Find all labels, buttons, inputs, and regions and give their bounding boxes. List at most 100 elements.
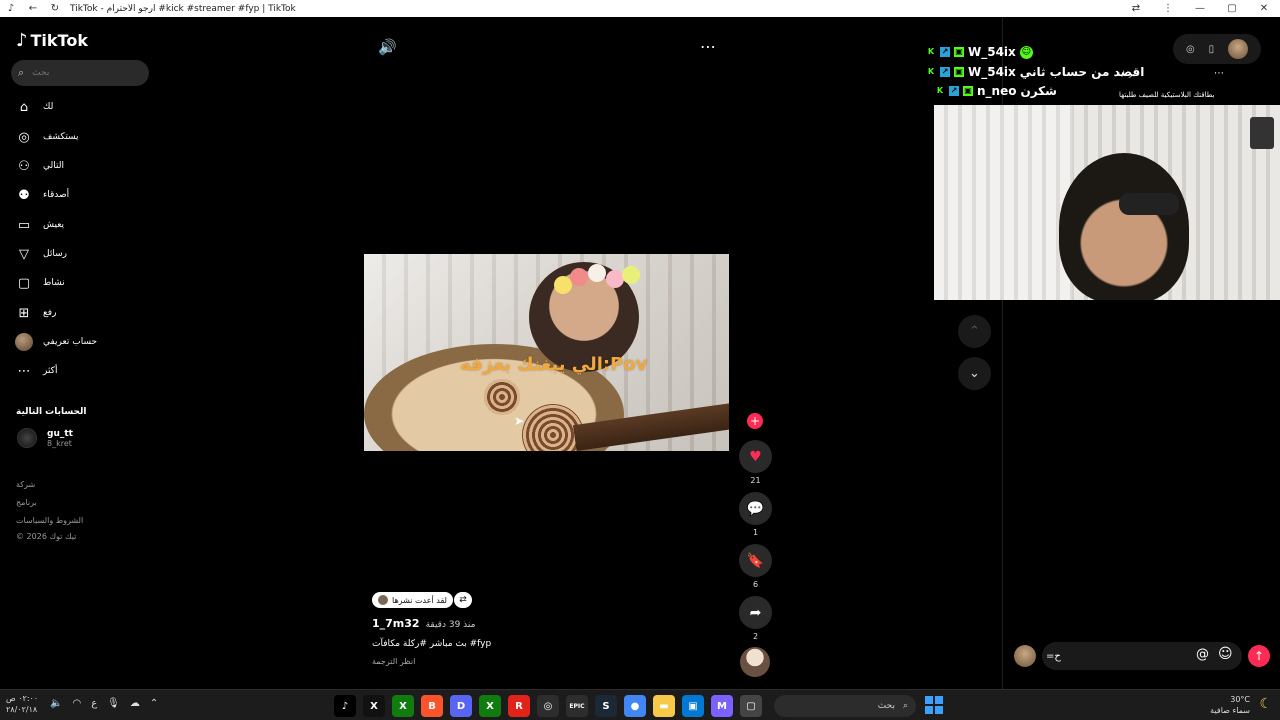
- chevron-up-icon[interactable]: ⌃: [150, 698, 158, 709]
- comment-button[interactable]: 💬: [739, 492, 772, 525]
- nav-label: نشاط: [43, 278, 65, 288]
- follow-button[interactable]: +: [747, 413, 763, 429]
- taskbar-app-10[interactable]: ●: [624, 695, 646, 717]
- taskbar-app-8[interactable]: EPIC: [566, 695, 588, 717]
- taskbar-app-0[interactable]: ♪: [334, 695, 356, 717]
- speaker-icon[interactable]: 🔈: [50, 698, 62, 709]
- previous-video-button[interactable]: ⌃: [958, 315, 991, 348]
- live-icon: ▭: [17, 217, 31, 233]
- author-username[interactable]: 1_7m32: [372, 617, 420, 630]
- taskbar-app-5[interactable]: X: [479, 695, 501, 717]
- mention-icon[interactable]: @: [1196, 647, 1209, 662]
- tiktok-logo[interactable]: ♪ TikTok: [16, 30, 88, 51]
- taskbar-app-11[interactable]: ▬: [653, 695, 675, 717]
- comment-input[interactable]: [1046, 648, 1186, 664]
- taskbar-app-14[interactable]: ▢: [740, 695, 762, 717]
- stream-webcam-view: [934, 105, 1280, 300]
- save-count: 6: [752, 580, 759, 589]
- search-box[interactable]: ⌕: [11, 60, 149, 86]
- onedrive-icon[interactable]: ☁: [130, 698, 140, 709]
- chevron-down-icon: ⌄: [969, 366, 980, 381]
- nav-item-activity[interactable]: ▢ نشاط: [15, 273, 65, 293]
- video-player[interactable]: الي يبغنك بعزفه:Pov ➤: [364, 254, 729, 451]
- menu-icon[interactable]: ⋮: [1152, 3, 1184, 14]
- volume-icon[interactable]: 🔊: [378, 38, 397, 56]
- nav-label: يستكشف: [43, 132, 79, 142]
- save-button[interactable]: 🔖: [739, 544, 772, 577]
- following-accounts-title: الحسابات التالية: [16, 407, 87, 417]
- clock[interactable]: ٠٢:٠٠ ص ٢٨/٠٢/١٨: [6, 693, 38, 715]
- reload-icon[interactable]: ↻: [44, 3, 66, 14]
- more-options-icon[interactable]: ⋯: [700, 37, 716, 56]
- minimize-button[interactable]: —: [1184, 3, 1216, 14]
- repost-icon[interactable]: ⇄: [454, 592, 472, 608]
- following-account[interactable]: gu_tt 8_kret: [17, 428, 73, 448]
- close-button[interactable]: ✕: [1248, 3, 1280, 14]
- maximize-button[interactable]: ▢: [1216, 3, 1248, 14]
- sub-badge-icon: ↗: [940, 67, 950, 77]
- nav-item-profile[interactable]: حساب تعريفي: [15, 332, 97, 352]
- weather-widget[interactable]: 30°C سماء صافية: [1210, 694, 1250, 716]
- taskbar-search[interactable]: بحث ⌕: [774, 695, 916, 717]
- tiktok-note-icon: ♪: [16, 30, 28, 51]
- see-translation-link[interactable]: انظر الترجمة: [372, 657, 415, 666]
- upload-icon: ⊞: [18, 305, 30, 321]
- nav-item-for-you[interactable]: ⌂ لك: [15, 97, 53, 117]
- search-input[interactable]: [32, 68, 133, 78]
- friends-icon: ⚉: [18, 187, 30, 203]
- send-button[interactable]: ↑: [1248, 645, 1270, 667]
- taskbar-app-3[interactable]: B: [421, 695, 443, 717]
- user-avatar[interactable]: [1228, 39, 1249, 59]
- taskbar-app-7[interactable]: ◎: [537, 695, 559, 717]
- translate-icon[interactable]: ⇄: [1120, 3, 1152, 14]
- nav-item-upload[interactable]: ⊞ رفع: [15, 303, 57, 323]
- taskbar-app-4[interactable]: D: [450, 695, 472, 717]
- compass-icon[interactable]: ◎: [1186, 44, 1195, 55]
- share-button[interactable]: ➦: [739, 596, 772, 629]
- language-indicator[interactable]: ع: [91, 698, 97, 709]
- nav-item-live[interactable]: ▭ يعيش: [15, 215, 64, 235]
- next-video-button[interactable]: ⌄: [958, 357, 991, 390]
- nav-label: يعيش: [43, 220, 65, 230]
- nav-item-more[interactable]: ⋯ أكثر: [15, 361, 58, 381]
- taskbar-app-13[interactable]: M: [711, 695, 733, 717]
- footer-link-company[interactable]: شركة: [16, 480, 35, 489]
- nav-item-messages[interactable]: ▽ رسائل: [15, 244, 67, 264]
- share-icon: ➦: [749, 604, 762, 621]
- back-icon[interactable]: ←: [22, 3, 44, 14]
- comment-bar: @ ☺ ↑: [1012, 642, 1274, 670]
- creator-avatar[interactable]: [740, 647, 770, 677]
- emoji-icon[interactable]: ☺: [1218, 646, 1233, 662]
- taskbar-app-9[interactable]: S: [595, 695, 617, 717]
- chat-line: K ↗ ▣ W_54ix ☺: [926, 45, 1033, 59]
- footer-link-terms[interactable]: الشروط والسياسات: [16, 516, 83, 525]
- phone-icon[interactable]: ▯: [1209, 44, 1215, 55]
- nav-item-friends[interactable]: ⚉ أصدقاء: [15, 185, 69, 205]
- nav-item-following[interactable]: ⚇ التالي: [15, 156, 64, 176]
- chat-username: W_54ix: [968, 65, 1016, 79]
- taskbar-app-1[interactable]: X: [363, 695, 385, 717]
- bookmark-icon: 🔖: [746, 552, 765, 569]
- taskbar-app-6[interactable]: R: [508, 695, 530, 717]
- wifi-icon[interactable]: ◠: [72, 698, 81, 709]
- nav-item-explore[interactable]: ◎ يستكشف: [15, 127, 79, 147]
- taskbar-app-12[interactable]: ▣: [682, 695, 704, 717]
- video-caption-overlay: الي يبغنك بعزفه:Pov: [460, 354, 648, 375]
- smile-emote-icon: ☺: [1019, 45, 1033, 59]
- mouse-cursor-icon: ➤: [514, 414, 525, 428]
- microphone-icon[interactable]: 🎙: [107, 698, 120, 709]
- search-icon[interactable]: ⌕: [18, 66, 24, 80]
- sub-badge-icon: ↗: [940, 47, 950, 57]
- taskbar-app-2[interactable]: X: [392, 695, 414, 717]
- reposted-badge[interactable]: لقد أعدت نشرها: [372, 592, 453, 608]
- nav-label: حساب تعريفي: [43, 337, 98, 347]
- footer-link-program[interactable]: برنامج: [16, 498, 37, 507]
- footer-copyright: © 2026 تيك توك: [16, 532, 77, 541]
- logo-text: TikTok: [30, 31, 88, 50]
- like-button[interactable]: ♥: [739, 440, 772, 473]
- avatar: [378, 595, 388, 605]
- search-icon: ⌕: [902, 701, 908, 711]
- nav-label: أصدقاء: [43, 190, 70, 200]
- sponsor-label: برعاية: [1117, 70, 1135, 78]
- windows-start-icon[interactable]: [925, 696, 943, 714]
